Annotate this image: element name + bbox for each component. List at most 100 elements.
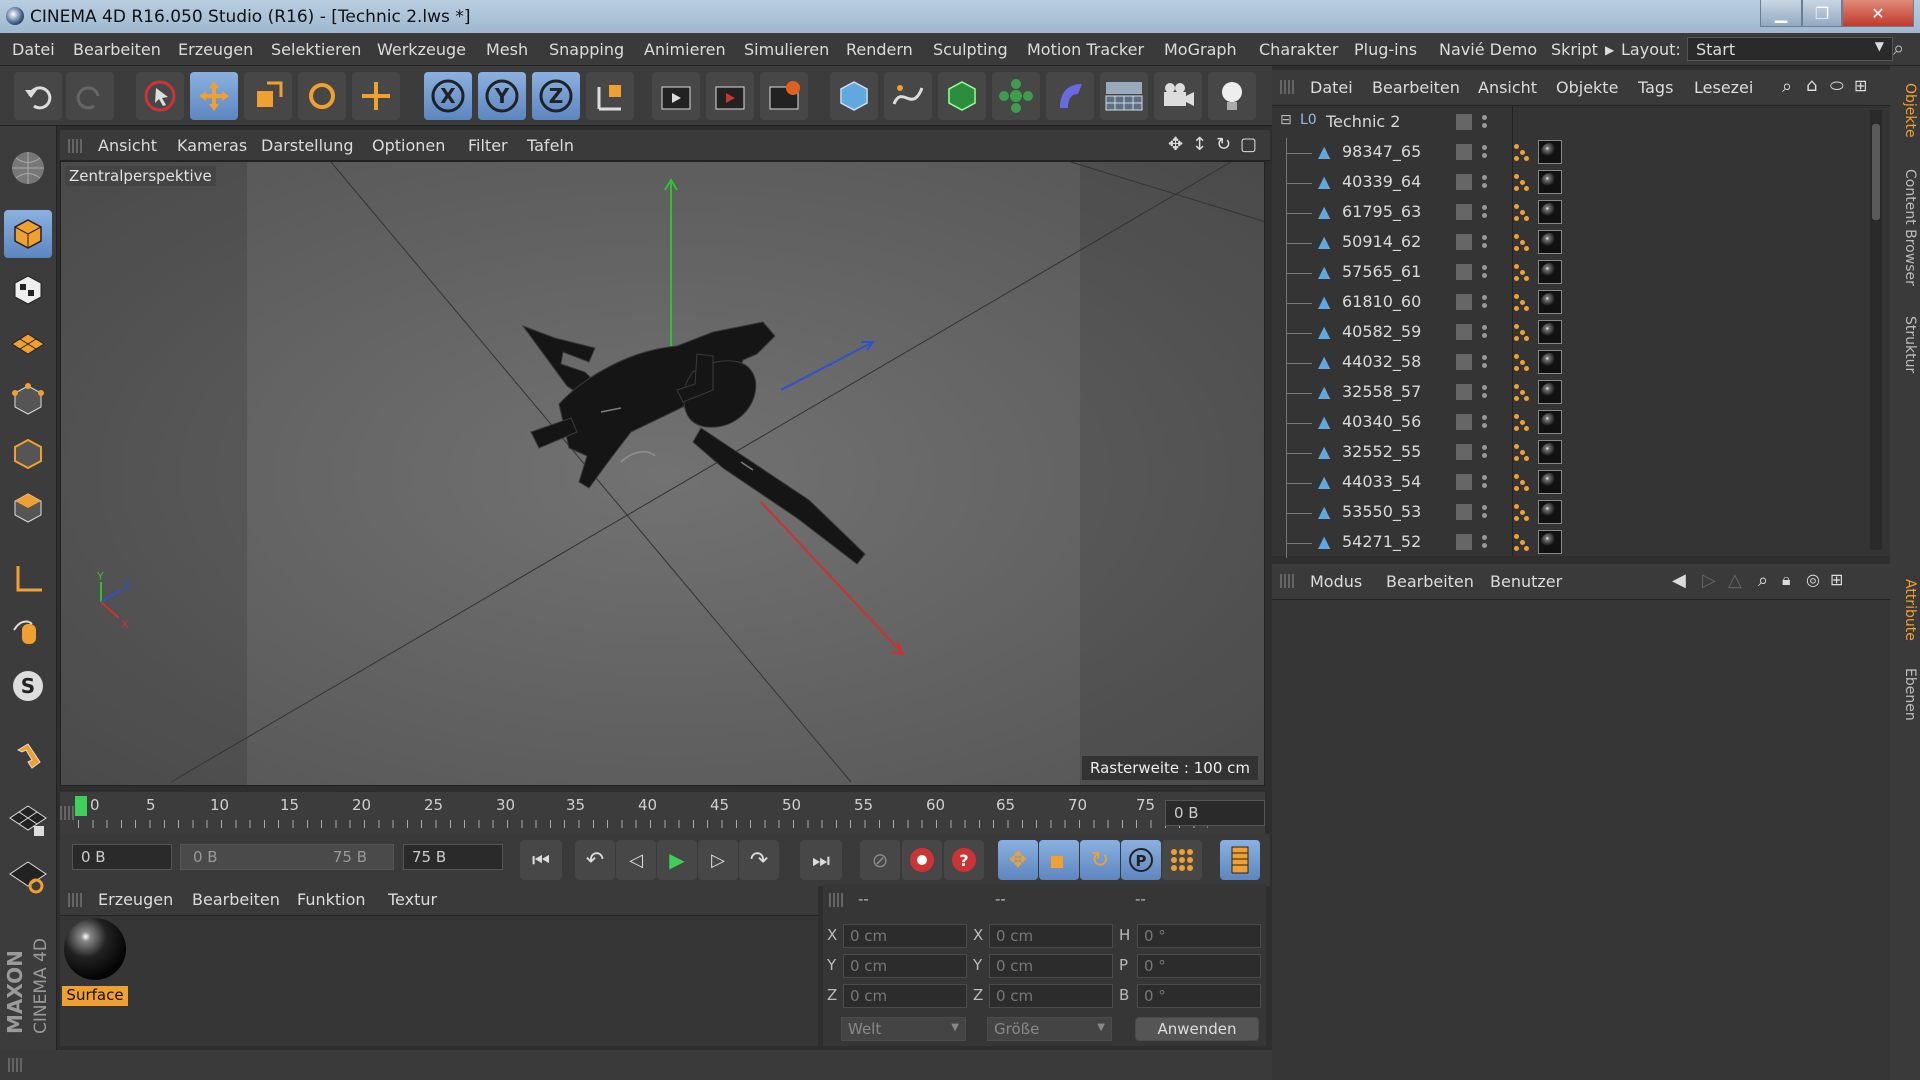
render-dot-icon[interactable] xyxy=(1482,393,1487,398)
material-menu-erzeugen[interactable]: Erzeugen xyxy=(98,890,173,909)
object-name[interactable]: 54271_52 xyxy=(1342,532,1421,551)
floor-object-button[interactable] xyxy=(1100,72,1148,120)
render-dot-icon[interactable] xyxy=(1482,153,1487,158)
menu-navie-demo[interactable]: Navié Demo xyxy=(1439,40,1537,59)
viewport-menu-tafeln[interactable]: Tafeln xyxy=(527,136,574,155)
editor-dot-icon[interactable] xyxy=(1482,355,1487,360)
material-tag-icon[interactable] xyxy=(1538,530,1562,554)
camera-object-button[interactable] xyxy=(1154,72,1202,120)
editor-visibility-icon[interactable] xyxy=(1456,504,1472,520)
position-x-field[interactable]: 0 cm xyxy=(843,924,967,948)
menu-datei[interactable]: Datei xyxy=(12,40,55,59)
menu-werkzeuge[interactable]: Werkzeuge xyxy=(377,40,466,59)
point-level-animation-button[interactable] xyxy=(1162,840,1202,880)
editor-visibility-icon[interactable] xyxy=(1456,444,1472,460)
up-arrow-icon[interactable]: △ xyxy=(1728,570,1742,591)
object-name[interactable]: 32558_57 xyxy=(1342,382,1421,401)
3d-viewport[interactable]: Y Z X Zentralperspektive Rasterweite : 1… xyxy=(60,161,1265,786)
object-menu-bearbeiten[interactable]: Bearbeiten xyxy=(1372,78,1460,97)
material-menu-funktion[interactable]: Funktion xyxy=(297,890,366,909)
go-to-previous-key-button[interactable]: ↶ xyxy=(575,840,615,880)
editor-visibility-icon[interactable] xyxy=(1456,294,1472,310)
material-tag-icon[interactable] xyxy=(1538,440,1562,464)
object-name[interactable]: 32552_55 xyxy=(1342,442,1421,461)
start-frame-field[interactable]: 0 B xyxy=(72,844,172,870)
object-name[interactable]: 98347_65 xyxy=(1342,142,1421,161)
home-icon[interactable]: ⌂ xyxy=(1806,75,1817,96)
object-name[interactable]: 50914_62 xyxy=(1342,232,1421,251)
menu-simulieren[interactable]: Simulieren xyxy=(744,40,829,59)
tab-attribute[interactable]: Attribute xyxy=(1892,572,1918,648)
menu-mesh[interactable]: Mesh xyxy=(486,40,528,59)
material-tag-icon[interactable] xyxy=(1538,170,1562,194)
next-frame-button[interactable]: ▷ xyxy=(698,840,738,880)
render-dot-icon[interactable] xyxy=(1482,513,1487,518)
maximize-button[interactable]: ❐ xyxy=(1802,0,1842,27)
forward-arrow-icon[interactable]: ▷ xyxy=(1702,570,1716,591)
render-dot-icon[interactable] xyxy=(1482,453,1487,458)
spline-pen-button[interactable] xyxy=(884,72,932,120)
phong-tag-icon[interactable] xyxy=(1512,172,1532,194)
tab-content-browser[interactable]: Content Browser xyxy=(1892,162,1918,292)
array-cloner-button[interactable] xyxy=(992,72,1040,120)
render-dot-icon[interactable] xyxy=(1482,243,1487,248)
editor-visibility-icon[interactable] xyxy=(1456,474,1472,490)
previous-frame-button[interactable]: ◁ xyxy=(616,840,656,880)
texture-mode-button[interactable] xyxy=(4,266,52,314)
phong-tag-icon[interactable] xyxy=(1512,232,1532,254)
phong-tag-icon[interactable] xyxy=(1512,262,1532,284)
subdivision-surface-button[interactable] xyxy=(938,72,986,120)
render-dot-icon[interactable] xyxy=(1482,483,1487,488)
close-button[interactable]: ✕ xyxy=(1842,0,1914,27)
rotate-view-icon[interactable]: ↻ xyxy=(1216,134,1231,155)
object-name[interactable]: 40582_59 xyxy=(1342,322,1421,341)
rotation-key-button[interactable]: ↻ xyxy=(1080,840,1120,880)
object-menu-datei[interactable]: Datei xyxy=(1310,78,1353,97)
end-frame-field[interactable]: 75 B xyxy=(403,844,503,870)
editor-dot-icon[interactable] xyxy=(1482,205,1487,210)
attribute-menu-benutzer[interactable]: Benutzer xyxy=(1490,572,1562,591)
target-icon[interactable]: ◎ xyxy=(1806,570,1820,589)
points-mode-button[interactable] xyxy=(4,376,52,424)
size-y-field[interactable]: 0 cm xyxy=(989,954,1113,978)
object-menu-objekte[interactable]: Objekte xyxy=(1556,78,1618,97)
layout-select[interactable]: Start ▼ xyxy=(1687,37,1893,61)
material-menu-textur[interactable]: Textur xyxy=(388,890,437,909)
object-name[interactable]: 61810_60 xyxy=(1342,292,1421,311)
render-dot-icon[interactable] xyxy=(1482,423,1487,428)
phong-tag-icon[interactable] xyxy=(1512,322,1532,344)
viewport-menu-kameras[interactable]: Kameras xyxy=(177,136,247,155)
pan-view-icon[interactable]: ✥ xyxy=(1168,134,1183,155)
scale-tool-button[interactable] xyxy=(244,72,292,120)
phong-tag-icon[interactable] xyxy=(1512,292,1532,314)
material-tag-icon[interactable] xyxy=(1538,200,1562,224)
menu-charakter[interactable]: Charakter xyxy=(1259,40,1338,59)
viewport-menu-filter[interactable]: Filter xyxy=(468,136,508,155)
camera-label[interactable]: Zentralperspektive xyxy=(65,166,216,186)
axis-mode-button[interactable] xyxy=(4,554,52,602)
phong-tag-icon[interactable] xyxy=(1512,352,1532,374)
render-dot-icon[interactable] xyxy=(1482,363,1487,368)
editor-dot-icon[interactable] xyxy=(1482,175,1487,180)
material-surface[interactable]: Surface xyxy=(62,918,128,1008)
material-tag-icon[interactable] xyxy=(1538,230,1562,254)
menu-bearbeiten[interactable]: Bearbeiten xyxy=(73,40,161,59)
search-icon[interactable]: ⌕ xyxy=(1782,76,1792,97)
material-tag-icon[interactable] xyxy=(1538,500,1562,524)
menu-motion-tracker[interactable]: Motion Tracker xyxy=(1027,40,1144,59)
editor-dot-icon[interactable] xyxy=(1482,235,1487,240)
editor-visibility-icon[interactable] xyxy=(1456,114,1472,130)
menu-plug-ins[interactable]: Plug-ins xyxy=(1354,40,1417,59)
editor-dot-icon[interactable] xyxy=(1482,385,1487,390)
material-tag-icon[interactable] xyxy=(1538,380,1562,404)
phong-tag-icon[interactable] xyxy=(1512,142,1532,164)
menu-selektieren[interactable]: Selektieren xyxy=(271,40,361,59)
object-row[interactable]: ▲ 40339_64 xyxy=(1272,168,1872,198)
attribute-menu-bearbeiten[interactable]: Bearbeiten xyxy=(1386,572,1474,591)
object-row[interactable]: ▲ 50914_62 xyxy=(1272,228,1872,258)
edges-mode-button[interactable] xyxy=(4,430,52,478)
render-dot-icon[interactable] xyxy=(1482,303,1487,308)
render-view-button[interactable] xyxy=(652,72,700,120)
object-name[interactable]: 44033_54 xyxy=(1342,472,1421,491)
phong-tag-icon[interactable] xyxy=(1512,472,1532,494)
